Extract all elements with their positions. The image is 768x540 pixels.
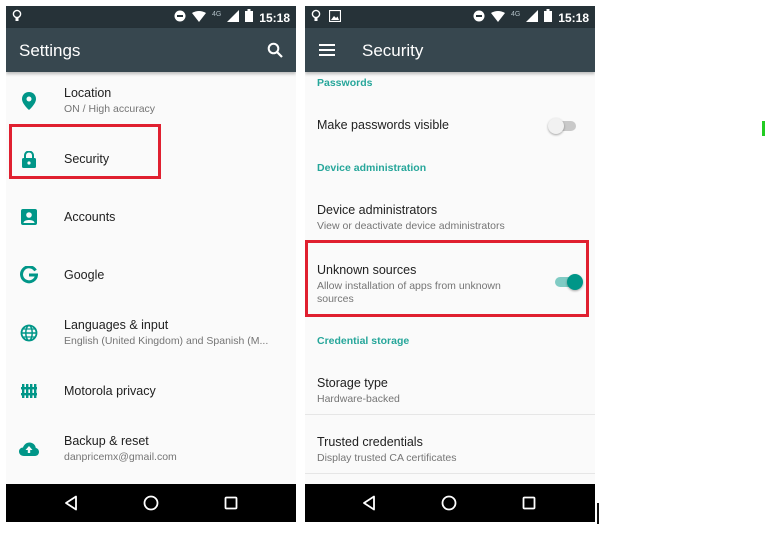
item-title: Backup & reset — [64, 434, 149, 448]
item-title: Device administrators — [317, 203, 438, 217]
page-title: Settings — [19, 41, 81, 60]
wifi-icon — [191, 9, 206, 27]
item-title: Make passwords visible — [317, 118, 449, 132]
item-title: Storage type — [317, 376, 388, 390]
item-subtitle: Display trusted CA certificates — [317, 452, 457, 464]
unknown-sources-highlight-box — [305, 240, 589, 317]
item-title: Location — [64, 86, 112, 100]
navigation-bar — [6, 484, 296, 522]
app-toolbar: Security — [305, 28, 595, 72]
item-title: Languages & input — [64, 318, 169, 332]
recents-icon[interactable] — [220, 492, 242, 514]
back-icon[interactable] — [358, 492, 380, 514]
menu-icon[interactable] — [315, 38, 339, 62]
status-bar: 4G 15:18 — [305, 6, 595, 28]
home-icon[interactable] — [438, 492, 460, 514]
battery-icon — [544, 9, 553, 27]
status-bar: 4G 15:18 — [6, 6, 296, 28]
recents-icon[interactable] — [518, 492, 540, 514]
settings-item-backup[interactable]: Backup & reset danpricemx@gmail.com — [6, 420, 296, 478]
status-clock: 15:18 — [259, 11, 290, 25]
make-passwords-visible-row[interactable]: Make passwords visible — [305, 98, 595, 152]
toggle-thumb — [548, 118, 564, 134]
divider — [305, 473, 595, 474]
item-subtitle: Hardware-backed — [317, 393, 400, 405]
signal-icon — [227, 9, 240, 27]
item-subtitle: View or deactivate device administrators — [317, 220, 505, 232]
category-device-administration: Device administration — [317, 162, 427, 174]
network-type: 4G — [211, 10, 222, 18]
item-title: Accounts — [64, 210, 116, 224]
security-highlight-box — [9, 124, 161, 179]
app-toolbar: Settings — [6, 28, 296, 72]
lightbulb-icon — [12, 9, 22, 28]
category-credential-storage: Credential storage — [317, 335, 410, 347]
location-icon — [19, 91, 39, 111]
device-administrators-row[interactable]: Device administrators View or deactivate… — [305, 182, 595, 242]
green-marker — [762, 121, 765, 136]
page-title: Security — [362, 41, 424, 60]
backup-icon — [19, 439, 39, 459]
item-title: Motorola privacy — [64, 384, 156, 398]
security-screen: 4G 15:18 Security Passwords Make passwor… — [305, 6, 595, 522]
settings-item-accounts[interactable]: Accounts — [6, 188, 296, 246]
item-subtitle: danpricemx@gmail.com — [64, 451, 177, 463]
navigation-bar — [305, 484, 595, 522]
storage-type-row[interactable]: Storage type Hardware-backed — [305, 356, 595, 414]
account-icon — [19, 207, 39, 227]
status-clock: 15:18 — [558, 11, 589, 25]
category-passwords: Passwords — [317, 77, 373, 89]
do-not-disturb-icon — [473, 9, 485, 27]
item-subtitle: English (United Kingdom) and Spanish (M.… — [64, 335, 269, 347]
do-not-disturb-icon — [174, 9, 186, 27]
settings-item-languages[interactable]: Languages & input English (United Kingdo… — [6, 304, 296, 362]
trusted-credentials-row[interactable]: Trusted credentials Display trusted CA c… — [305, 415, 595, 473]
make-passwords-visible-toggle[interactable] — [548, 118, 578, 134]
lightbulb-icon — [311, 9, 321, 28]
wifi-icon — [490, 9, 505, 27]
globe-icon — [19, 323, 39, 343]
network-type: 4G — [510, 10, 521, 18]
back-icon[interactable] — [60, 492, 82, 514]
image-notification-icon — [328, 9, 342, 28]
privacy-icon — [19, 381, 39, 401]
home-icon[interactable] — [140, 492, 162, 514]
settings-item-google[interactable]: Google — [6, 246, 296, 304]
item-title: Google — [64, 268, 105, 282]
item-subtitle: ON / High accuracy — [64, 103, 156, 115]
signal-icon — [526, 9, 539, 27]
settings-item-location[interactable]: Location ON / High accuracy — [6, 72, 296, 130]
text-cursor — [597, 503, 599, 524]
search-icon[interactable] — [263, 38, 287, 62]
battery-icon — [245, 9, 254, 27]
settings-item-motorola-privacy[interactable]: Motorola privacy — [6, 362, 296, 420]
settings-screen: 4G 15:18 Settings Location ON / High acc… — [6, 6, 296, 522]
google-icon — [19, 265, 39, 285]
item-title: Trusted credentials — [317, 435, 423, 449]
